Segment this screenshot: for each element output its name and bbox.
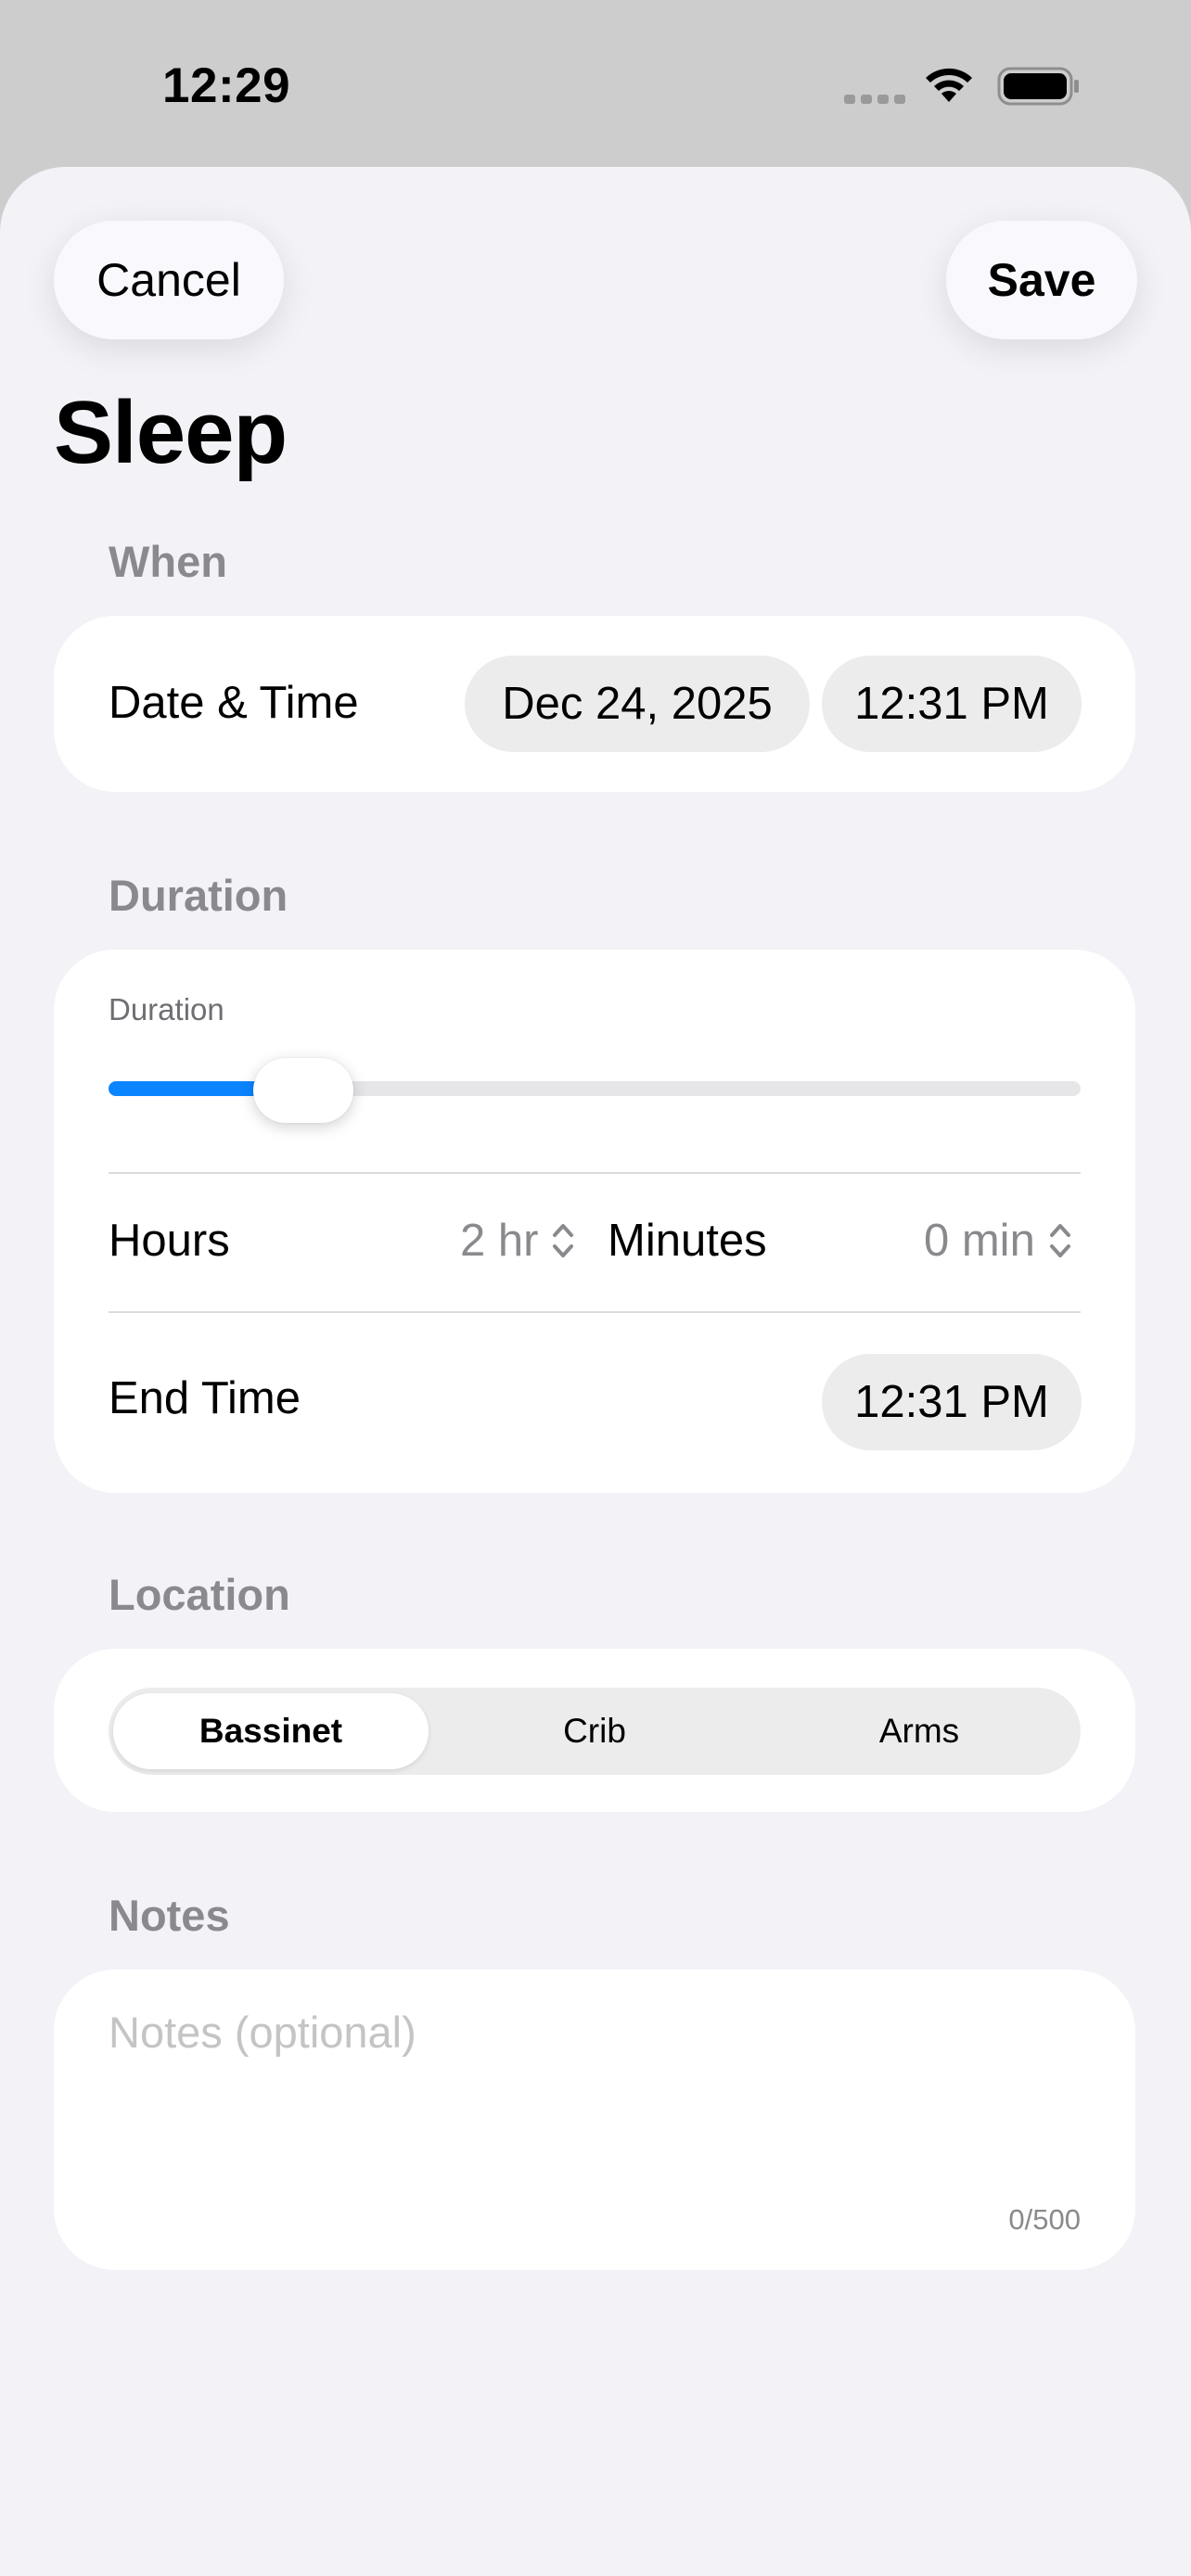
cancel-button[interactable]: Cancel (54, 221, 284, 339)
divider (109, 1311, 1081, 1313)
minutes-value: 0 min (924, 1216, 1035, 1266)
segment-arms[interactable]: Arms (762, 1693, 1077, 1769)
page-title: Sleep (54, 383, 288, 482)
time-picker-button[interactable]: 12:31 PM (822, 656, 1082, 752)
end-time-label: End Time (109, 1373, 301, 1423)
date-time-label: Date & Time (109, 678, 359, 728)
minutes-stepper[interactable]: 0 min (924, 1215, 1072, 1267)
minutes-label: Minutes (608, 1216, 767, 1266)
hours-label: Hours (109, 1216, 230, 1266)
location-card: Bassinet Crib Arms (54, 1649, 1135, 1812)
chevron-up-down-icon (1049, 1224, 1070, 1257)
divider (109, 1172, 1081, 1174)
location-section-header: Location (109, 1570, 290, 1619)
segment-crib[interactable]: Crib (437, 1693, 752, 1769)
when-card: Date & Time Dec 24, 2025 12:31 PM (54, 616, 1135, 792)
status-time: 12:29 (162, 58, 291, 113)
end-time-picker-button[interactable]: 12:31 PM (822, 1354, 1082, 1450)
duration-slider-thumb[interactable] (252, 1058, 353, 1123)
notes-input[interactable]: Notes (optional) (109, 2007, 1081, 2192)
segment-bassinet[interactable]: Bassinet (113, 1693, 429, 1769)
duration-card: Duration Hours 2 hr Minutes 0 min End Ti… (54, 950, 1135, 1493)
sleep-entry-sheet: Cancel Save Sleep When Date & Time Dec 2… (0, 167, 1191, 2576)
hours-value: 2 hr (460, 1216, 539, 1266)
duration-slider-label: Duration (109, 992, 224, 1027)
save-button[interactable]: Save (946, 221, 1137, 339)
notes-character-count: 0/500 (1008, 2203, 1081, 2236)
when-section-header: When (109, 537, 227, 586)
date-picker-button[interactable]: Dec 24, 2025 (465, 656, 810, 752)
location-segmented-control: Bassinet Crib Arms (109, 1688, 1081, 1775)
duration-section-header: Duration (109, 871, 288, 920)
chevron-up-down-icon (553, 1224, 574, 1257)
battery-icon (997, 67, 1079, 106)
notes-section-header: Notes (109, 1891, 230, 1940)
wifi-icon (926, 68, 972, 102)
hours-stepper[interactable]: 2 hr (460, 1215, 575, 1267)
notes-card: Notes (optional) 0/500 (54, 1970, 1135, 2270)
cellular-signal-icon (844, 95, 905, 104)
status-bar: 12:29 (0, 0, 1191, 167)
